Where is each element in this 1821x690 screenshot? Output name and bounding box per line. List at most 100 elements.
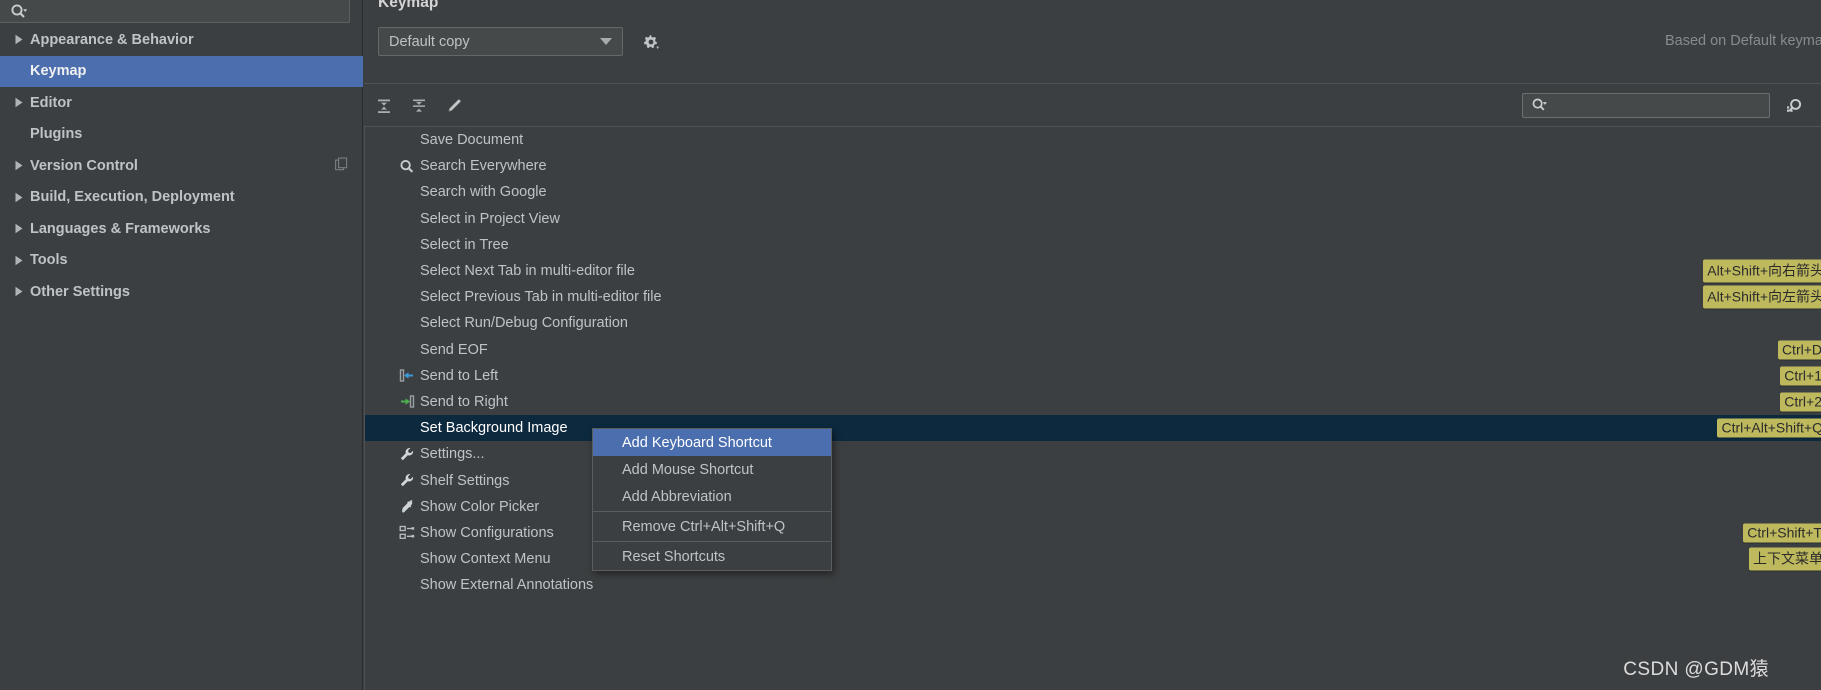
- edit-shortcut-button[interactable]: [440, 92, 468, 120]
- action-name: Search with Google: [420, 184, 547, 201]
- keymap-selector-row: Default copy Based on Default keymap: [364, 27, 1821, 63]
- action-name: Save Document: [420, 132, 524, 149]
- table-row[interactable]: Send to Left Ctrl+1: [365, 363, 1821, 389]
- chevron-right-icon[interactable]: [8, 34, 30, 45]
- action-name: Shelf Settings: [420, 472, 510, 489]
- sidebar-item-label: Other Settings: [30, 283, 130, 300]
- shortcut-badge: Ctrl+Alt+Shift+Q: [1717, 418, 1821, 438]
- config-icon: [398, 524, 415, 541]
- keymap-select[interactable]: Default copy: [378, 27, 623, 56]
- shortcut-badge: Ctrl+D: [1777, 340, 1821, 360]
- shortcut-badge: Ctrl+2: [1780, 392, 1821, 412]
- chevron-right-icon[interactable]: [8, 97, 30, 108]
- action-name: Select Next Tab in multi-editor file: [420, 263, 635, 280]
- table-row[interactable]: Shelf Settings: [365, 467, 1821, 493]
- sidebar-item-version-control[interactable]: Version Control: [0, 150, 363, 182]
- table-row[interactable]: Search Everywhere: [365, 153, 1821, 179]
- shortcut-filter-input[interactable]: [1548, 98, 1769, 113]
- keymap-toolbar: [364, 92, 1821, 124]
- table-row[interactable]: Settings...: [365, 441, 1821, 467]
- table-row[interactable]: Select Run/Debug Configuration: [365, 310, 1821, 336]
- sidebar-item-label: Languages & Frameworks: [30, 220, 211, 237]
- send-right-icon: [398, 393, 415, 410]
- action-name: Send to Left: [420, 367, 499, 384]
- shortcut-badge: Alt+Shift+向右箭头: [1703, 259, 1821, 283]
- sidebar-item-tools[interactable]: Tools: [0, 245, 363, 277]
- pencil-icon: [448, 98, 462, 112]
- actions-list[interactable]: Save Document Search Everywhere Search wit…: [364, 126, 1821, 690]
- sidebar-item-editor[interactable]: Editor: [0, 87, 363, 119]
- sidebar-search-input[interactable]: [27, 3, 349, 19]
- chevron-right-icon[interactable]: [8, 286, 30, 297]
- wrench-icon: [398, 472, 415, 489]
- sidebar-item-appearance-behavior[interactable]: Appearance & Behavior: [0, 24, 363, 56]
- table-row[interactable]: Select in Project View: [365, 206, 1821, 232]
- action-name: Show External Annotations: [420, 577, 594, 594]
- menu-item-add-keyboard-shortcut[interactable]: Add Keyboard Shortcut: [593, 429, 831, 456]
- menu-item-remove-ctrl-alt-shift-q[interactable]: Remove Ctrl+Alt+Shift+Q: [593, 513, 831, 540]
- chevron-right-icon[interactable]: [8, 223, 30, 234]
- shortcut-badge: Ctrl+Shift+T: [1743, 523, 1821, 543]
- action-name: Select Run/Debug Configuration: [420, 315, 628, 332]
- sidebar-item-languages-frameworks[interactable]: Languages & Frameworks: [0, 213, 363, 245]
- shortcut-context-menu[interactable]: Add Keyboard Shortcut Add Mouse Shortcut A…: [592, 428, 832, 571]
- menu-separator: [593, 541, 831, 542]
- expand-all-button[interactable]: [370, 92, 398, 120]
- table-row[interactable]: Set Background Image Ctrl+Alt+Shift+Q: [365, 415, 1821, 442]
- table-row[interactable]: Show External Annotations: [365, 572, 1821, 598]
- find-by-shortcut-icon: [1787, 98, 1802, 112]
- action-name: Send to Right: [420, 393, 508, 410]
- table-row[interactable]: Show Context Menu 上下文菜单: [365, 546, 1821, 572]
- table-row[interactable]: Show Color Picker: [365, 494, 1821, 520]
- chevron-right-icon[interactable]: [8, 192, 30, 203]
- table-row[interactable]: Select in Tree: [365, 232, 1821, 258]
- sidebar-item-keymap[interactable]: Keymap: [0, 55, 363, 87]
- search-icon: [10, 3, 27, 20]
- chevron-right-icon[interactable]: [8, 255, 30, 266]
- action-name: Select in Project View: [420, 210, 560, 227]
- menu-item-add-abbreviation[interactable]: Add Abbreviation: [593, 483, 831, 510]
- panel-divider: [364, 83, 1821, 84]
- sidebar-item-label: Build, Execution, Deployment: [30, 189, 235, 206]
- action-name: Set Background Image: [420, 420, 568, 437]
- keymap-settings-button[interactable]: [639, 30, 663, 54]
- shortcut-filter-box[interactable]: [1522, 93, 1770, 118]
- page-title: Keymap: [378, 0, 439, 11]
- table-row[interactable]: Save Document: [365, 127, 1821, 153]
- search-dropdown-icon: [1531, 97, 1548, 114]
- expand-all-icon: [378, 99, 390, 113]
- chevron-down-icon: [600, 38, 612, 45]
- action-name: Send EOF: [420, 341, 488, 358]
- menu-item-add-mouse-shortcut[interactable]: Add Mouse Shortcut: [593, 456, 831, 483]
- colorpicker-icon: [398, 498, 415, 515]
- table-row[interactable]: Select Next Tab in multi-editor file Alt+…: [365, 258, 1821, 284]
- sidebar-item-label: Version Control: [30, 157, 138, 174]
- action-name: Select in Tree: [420, 236, 509, 253]
- collapse-all-button[interactable]: [405, 92, 433, 120]
- sidebar-search-box[interactable]: [0, 0, 350, 23]
- find-by-shortcut-button[interactable]: [1781, 93, 1807, 119]
- table-row[interactable]: Search with Google: [365, 179, 1821, 205]
- shortcut-badge: Alt+Shift+向左箭头: [1703, 285, 1821, 309]
- action-name: Search Everywhere: [420, 158, 547, 175]
- shortcut-badge: Ctrl+1: [1780, 366, 1821, 386]
- sidebar-item-other-settings[interactable]: Other Settings: [0, 276, 363, 308]
- settings-sidebar: Appearance & Behavior Keymap Editor Plugins…: [0, 0, 363, 690]
- sidebar-item-build-execution-deployment[interactable]: Build, Execution, Deployment: [0, 182, 363, 214]
- search-icon: [398, 158, 415, 175]
- sidebar-item-plugins[interactable]: Plugins: [0, 119, 363, 151]
- table-row[interactable]: Send EOF Ctrl+D: [365, 337, 1821, 363]
- keymap-select-value: Default copy: [389, 33, 470, 50]
- table-row[interactable]: Show Configurations Ctrl+Shift+T: [365, 520, 1821, 546]
- chevron-right-icon[interactable]: [8, 160, 30, 171]
- keymap-panel: Keymap Default copy Based on Default key…: [364, 0, 1821, 690]
- action-name: Select Previous Tab in multi-editor file: [420, 289, 662, 306]
- sidebar-item-list: Appearance & Behavior Keymap Editor Plugins…: [0, 24, 363, 308]
- menu-item-reset-shortcuts[interactable]: Reset Shortcuts: [593, 543, 831, 570]
- action-name: Show Context Menu: [420, 551, 551, 568]
- copy-icon: [335, 157, 348, 174]
- table-row[interactable]: Select Previous Tab in multi-editor file…: [365, 284, 1821, 310]
- action-name: Show Configurations: [420, 524, 554, 541]
- table-row[interactable]: Send to Right Ctrl+2: [365, 389, 1821, 415]
- sidebar-item-label: Editor: [30, 94, 72, 111]
